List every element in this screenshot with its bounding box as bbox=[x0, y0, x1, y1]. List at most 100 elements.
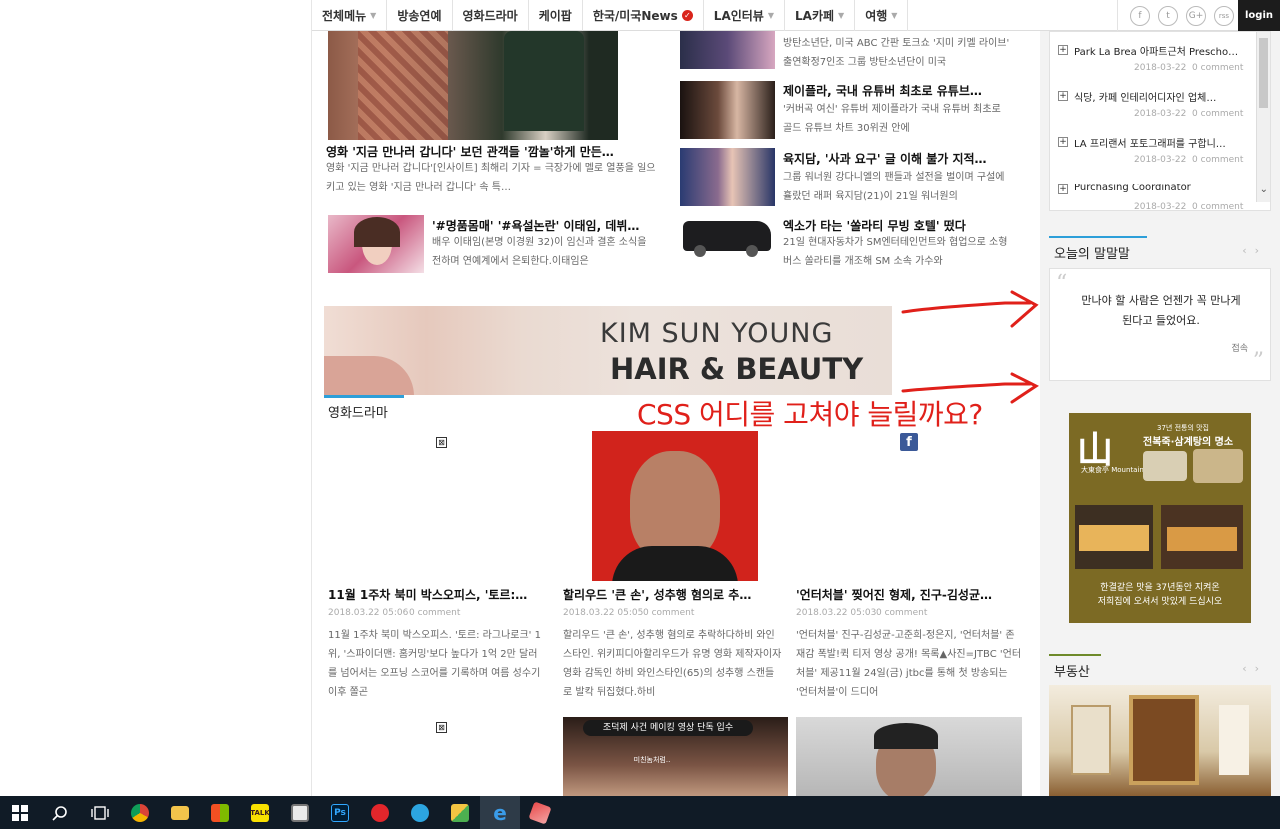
list-item-title[interactable]: Park La Brea 아파트근처 Prescho… bbox=[1074, 43, 1252, 58]
nav-item-all-menu[interactable]: 전체메뉴 ▼ bbox=[312, 0, 388, 31]
right-story-text-3: 그룹 워너원 강다니엘의 팬들과 설전을 벌이며 구설에 휼랐던 래퍼 육지담(… bbox=[783, 172, 1005, 202]
main-story-text: 영화 '지금 만나러 갑니다'[인사이트] 최해리 기자 = 극장가에 멜로 열… bbox=[326, 163, 656, 193]
quote-box: “ 만나야 할 사람은 언젠가 꼭 만나게 된다고 들었어요. 접속 ” bbox=[1049, 268, 1271, 381]
file-explorer-icon[interactable] bbox=[160, 796, 200, 829]
right-story-image-3[interactable] bbox=[680, 148, 775, 206]
card-image-5[interactable]: 조덕제 사건 메이킹 영상 단독 입수 미친놈처럼.. bbox=[563, 717, 788, 796]
chrome-icon[interactable] bbox=[120, 796, 160, 829]
right-story-image-4[interactable] bbox=[680, 215, 775, 257]
card-title-3[interactable]: '언터처블' 찢어진 형제, 진구-김성균… bbox=[796, 586, 1024, 603]
chevron-down-icon: ▼ bbox=[767, 10, 775, 20]
facebook-icon[interactable]: f bbox=[900, 433, 918, 451]
caption-pill: 조덕제 사건 메이킹 영상 단독 입수 bbox=[583, 720, 753, 736]
app-puzzle-icon[interactable] bbox=[440, 796, 480, 829]
banner-ad[interactable]: KIM SUN YOUNG HAIR & BEAUTY bbox=[324, 306, 892, 395]
app-red-icon[interactable] bbox=[360, 796, 400, 829]
chevron-down-icon: ▼ bbox=[838, 10, 845, 20]
section-title-movie[interactable]: 영화드라마 bbox=[328, 402, 388, 421]
list-item-title[interactable]: LA 프리랜서 포토그래퍼를 구합니… bbox=[1074, 135, 1252, 150]
card-image-6[interactable] bbox=[796, 717, 1022, 796]
telegram-icon[interactable] bbox=[400, 796, 440, 829]
chevron-down-icon[interactable]: ⌄ bbox=[1260, 184, 1268, 195]
card-text-1: 11월 1주차 북미 박스오피스. '토르: 라그나로크' 1위, '스파이더맨… bbox=[328, 630, 541, 698]
card-title-2[interactable]: 할리우드 '큰 손', 성추행 혐의로 추… bbox=[563, 586, 783, 603]
card-comments-2[interactable]: 0 comment bbox=[643, 608, 694, 618]
card-comments-3[interactable]: 0 comment bbox=[876, 608, 927, 618]
calculator-icon[interactable] bbox=[280, 796, 320, 829]
chevron-down-icon: ▼ bbox=[370, 10, 377, 20]
side-story-image[interactable] bbox=[328, 215, 424, 273]
nav-item-news[interactable]: 한국/미국News ✓ bbox=[583, 0, 704, 31]
card-comments-1[interactable]: 0 comment bbox=[409, 608, 460, 618]
page-left-margin bbox=[0, 0, 312, 796]
caption-sub: 미친놈처럼.. bbox=[633, 756, 671, 764]
nav-item-travel[interactable]: 여행 ▼ bbox=[855, 0, 909, 31]
list-item-title[interactable]: 식당, 카페 인테리어디자인 업체… bbox=[1074, 89, 1252, 104]
right-story-image-1[interactable] bbox=[680, 31, 775, 69]
right-story-title-3[interactable]: 육지담, '사과 요구' 글 이해 불가 지적… bbox=[783, 150, 1023, 167]
lit-windows bbox=[1079, 525, 1149, 551]
social-links: f t G+ rss bbox=[1117, 0, 1238, 31]
twitter-icon[interactable]: t bbox=[1158, 5, 1178, 26]
list-item-meta: 2018-03-22 0 comment bbox=[1134, 109, 1244, 119]
classifieds-box: + Park La Brea 아파트근처 Prescho… 2018-03-22… bbox=[1049, 31, 1271, 211]
kakaotalk-icon[interactable]: TALK bbox=[240, 796, 280, 829]
hair-shape bbox=[354, 217, 400, 247]
nav-item-la-interview[interactable]: LA인터뷰 ▼ bbox=[704, 0, 786, 31]
card-date-3: 2018.03.22 05:03 bbox=[796, 608, 877, 618]
main-story-title[interactable]: 영화 '지금 만나러 갑니다' 보던 관객들 '깜놀'하게 만든… bbox=[326, 143, 656, 160]
google-plus-icon[interactable]: G+ bbox=[1186, 5, 1206, 26]
section-accent-bar bbox=[1049, 654, 1101, 656]
right-story-title-2[interactable]: 제이플라, 국내 유튜버 최초로 유튜브… bbox=[783, 82, 1023, 99]
scrollbar-thumb[interactable] bbox=[1259, 38, 1268, 108]
realestate-image[interactable] bbox=[1049, 685, 1271, 796]
card-image-2[interactable] bbox=[592, 431, 758, 581]
lit-windows bbox=[1167, 527, 1237, 551]
search-icon[interactable] bbox=[40, 796, 80, 829]
main-story-image[interactable] bbox=[328, 31, 618, 140]
nav-label: 여행 bbox=[865, 8, 888, 23]
nav-item-kpop[interactable]: 케이팝 bbox=[529, 0, 583, 31]
lips-shape bbox=[324, 356, 414, 395]
task-view-icon[interactable] bbox=[80, 796, 120, 829]
cabinet-shape bbox=[1129, 695, 1199, 785]
app-pen-icon[interactable] bbox=[520, 796, 560, 829]
facebook-icon[interactable]: f bbox=[1130, 5, 1150, 26]
windows-logo-icon bbox=[12, 804, 28, 821]
edge-icon[interactable]: e bbox=[480, 796, 520, 829]
right-story-text-1: 방탄소년단, 미국 ABC 간판 토크쇼 '지미 키멜 라이브' 출연확정7인조… bbox=[783, 38, 1010, 68]
jacket-shape bbox=[504, 31, 584, 131]
login-button[interactable]: login bbox=[1238, 0, 1280, 31]
nav-item-broadcast[interactable]: 방송연예 bbox=[387, 0, 453, 31]
list-item[interactable]: + Purchasing Coordinator 2018-03-22 0 co… bbox=[1058, 184, 1253, 210]
section-title: 부동산 bbox=[1054, 665, 1090, 680]
carousel-arrows-icon[interactable]: ‹› bbox=[1242, 662, 1267, 675]
food-photo bbox=[1193, 449, 1243, 483]
carousel-arrows-icon[interactable]: ‹› bbox=[1242, 244, 1267, 257]
nav-label: 케이팝 bbox=[538, 8, 572, 23]
plus-icon: + bbox=[1058, 91, 1068, 101]
side-story-title[interactable]: '#명품몸매' '#욕설논란' 이태임, 데뷔… bbox=[432, 217, 662, 234]
windows-taskbar: TALK Ps e bbox=[0, 796, 1280, 829]
right-story-title-4[interactable]: 엑소가 타는 '쏠라티 무빙 호텔' 떴다 bbox=[783, 217, 1023, 234]
right-story-image-2[interactable] bbox=[680, 81, 775, 139]
list-item-title[interactable]: Purchasing Coordinator bbox=[1074, 184, 1252, 193]
wheel-shape bbox=[694, 245, 706, 257]
nav-item-la-cafe[interactable]: LA카페 ▼ bbox=[785, 0, 856, 31]
start-button[interactable] bbox=[0, 796, 40, 829]
top-navigation: 전체메뉴 ▼ 방송연예 영화드라마 케이팝 한국/미국News ✓ LA인터뷰 ▼ L… bbox=[312, 0, 1280, 31]
list-scrollbar[interactable] bbox=[1256, 32, 1270, 202]
card-date-2: 2018.03.22 05:05 bbox=[563, 608, 644, 618]
card-title-1[interactable]: 11월 1주차 북미 박스오피스, '토르:… bbox=[328, 586, 554, 603]
quote-close-icon: ” bbox=[1252, 349, 1264, 374]
nav-item-movie-drama[interactable]: 영화드라마 bbox=[453, 0, 529, 31]
photoshop-icon[interactable]: Ps bbox=[320, 796, 360, 829]
side-story-text: 배우 이태임(본명 이경원 32)이 임신과 결혼 소식을 전하며 연예계에서 … bbox=[432, 237, 647, 267]
store-icon[interactable] bbox=[200, 796, 240, 829]
food-photo bbox=[1143, 451, 1187, 481]
card-date-1: 2018.03.22 05:06 bbox=[328, 608, 409, 618]
ad-footer: 한결같은 맛을 37년동안 지켜온 저희집에 오셔서 맛있게 드십시오 bbox=[1097, 583, 1223, 607]
restaurant-ad[interactable]: 山 大東食亭 Mountain 37년 전통의 맛집 전복죽·삼계탕의 명소 한… bbox=[1069, 413, 1251, 623]
rss-icon[interactable]: rss bbox=[1214, 5, 1234, 26]
coat-shape bbox=[358, 31, 448, 140]
